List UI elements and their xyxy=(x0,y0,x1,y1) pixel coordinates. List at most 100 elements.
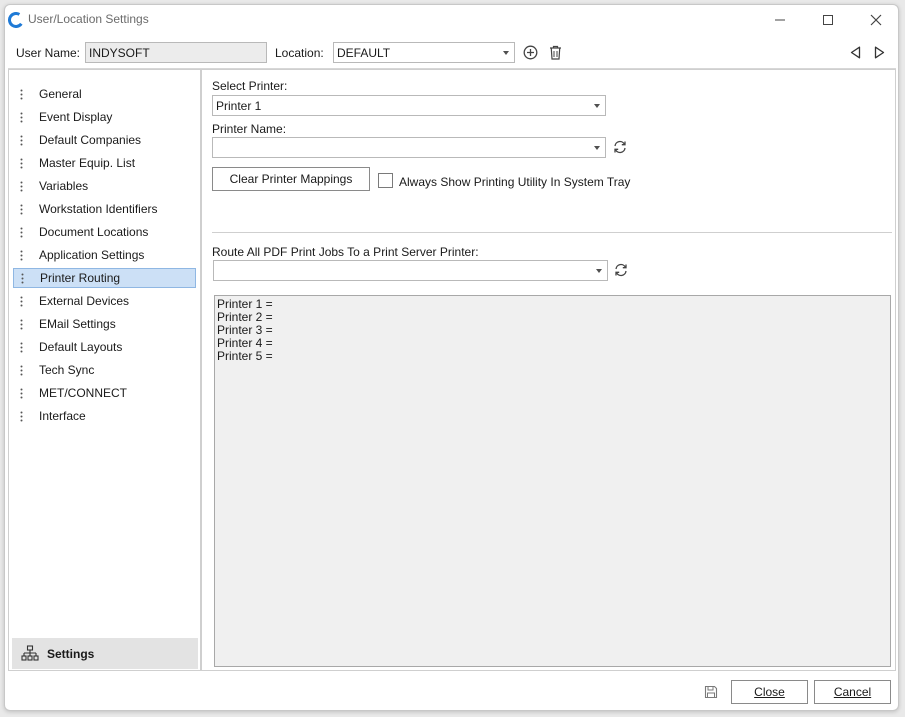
settings-nav-footer[interactable]: Settings xyxy=(12,638,198,669)
minimize-icon xyxy=(775,19,785,21)
sidebar-item-label: Interface xyxy=(39,409,86,423)
save-disk-icon xyxy=(704,685,718,699)
title-bar: User/Location Settings xyxy=(5,5,898,35)
route-pdf-label: Route All PDF Print Jobs To a Print Serv… xyxy=(212,245,479,259)
printer-mappings-memo[interactable]: Printer 1 = Printer 2 = Printer 3 = Printer… xyxy=(214,295,891,667)
sidebar-item-application-settings[interactable]: Application Settings xyxy=(13,245,196,265)
app-logo-icon xyxy=(8,12,24,28)
always-show-checkbox[interactable] xyxy=(378,173,393,188)
close-button[interactable]: Close xyxy=(731,680,808,704)
user-location-bar: User Name: INDYSOFT Location: DEFAULT xyxy=(5,41,898,67)
drag-handle-icon xyxy=(13,204,29,215)
route-pdf-dropdown[interactable] xyxy=(213,260,608,281)
add-location-button[interactable] xyxy=(522,44,538,60)
select-printer-dropdown[interactable]: Printer 1 xyxy=(212,95,606,116)
location-value: DEFAULT xyxy=(337,46,391,60)
refresh-icon xyxy=(614,140,626,154)
sidebar-item-label: Printer Routing xyxy=(40,271,121,285)
sidebar-item-label: Event Display xyxy=(39,110,113,124)
drag-handle-icon xyxy=(13,296,29,307)
minimize-button[interactable] xyxy=(757,5,803,35)
section-divider xyxy=(212,232,892,233)
sidebar-item-label: General xyxy=(39,87,82,101)
drag-handle-icon xyxy=(13,181,29,192)
cancel-button[interactable]: Cancel xyxy=(814,680,891,704)
sidebar-item-master-equip-list[interactable]: Master Equip. List xyxy=(13,153,196,173)
sidebar-item-label: Default Companies xyxy=(39,133,142,147)
drag-handle-icon xyxy=(13,112,29,123)
drag-handle-icon xyxy=(14,273,30,284)
drag-handle-icon xyxy=(13,227,29,238)
drag-handle-icon xyxy=(13,365,29,376)
printer-mapping-line: Printer 2 = xyxy=(217,310,273,324)
sidebar-item-label: Workstation Identifiers xyxy=(39,202,158,216)
printer-name-dropdown[interactable] xyxy=(212,137,606,158)
sidebar-item-label: Application Settings xyxy=(39,248,145,262)
maximize-icon xyxy=(823,15,833,25)
user-name-label: User Name: xyxy=(16,46,81,60)
add-circle-icon xyxy=(523,45,537,59)
sidebar-item-default-layouts[interactable]: Default Layouts xyxy=(13,337,196,357)
sidebar-item-email-settings[interactable]: EMail Settings xyxy=(13,314,196,334)
printer-mapping-line: Printer 5 = xyxy=(217,349,273,363)
sidebar-item-document-locations[interactable]: Document Locations xyxy=(13,222,196,242)
settings-window: User/Location Settings User Name: INDYSO… xyxy=(4,4,899,711)
sidebar-item-workstation-identifiers[interactable]: Workstation Identifiers xyxy=(13,199,196,219)
drag-handle-icon xyxy=(13,135,29,146)
sidebar-item-label: External Devices xyxy=(39,294,130,308)
save-button[interactable] xyxy=(703,684,719,700)
refresh-printer-name-button[interactable] xyxy=(612,139,628,155)
chevron-down-icon xyxy=(596,269,602,273)
location-select[interactable]: DEFAULT xyxy=(333,42,515,63)
user-name-field[interactable]: INDYSOFT xyxy=(85,42,267,63)
sidebar-item-label: Variables xyxy=(39,179,89,193)
location-label: Location: xyxy=(275,46,324,60)
drag-handle-icon xyxy=(13,158,29,169)
triangle-left-icon xyxy=(850,46,860,58)
drag-handle-icon xyxy=(13,319,29,330)
select-printer-label: Select Printer: xyxy=(212,79,288,93)
chevron-down-icon xyxy=(503,51,509,55)
drag-handle-icon xyxy=(13,388,29,399)
sidebar-item-variables[interactable]: Variables xyxy=(13,176,196,196)
refresh-route-pdf-button[interactable] xyxy=(613,262,629,278)
close-window-button[interactable] xyxy=(853,5,898,35)
delete-location-button[interactable] xyxy=(547,44,563,60)
select-printer-value: Printer 1 xyxy=(216,99,262,113)
maximize-button[interactable] xyxy=(805,5,851,35)
sidebar-item-label: Master Equip. List xyxy=(39,156,136,170)
trash-icon xyxy=(549,45,561,60)
printer-mapping-line: Printer 1 = xyxy=(217,297,273,311)
sidebar-item-interface[interactable]: Interface xyxy=(13,406,196,426)
next-button[interactable] xyxy=(872,45,886,59)
sidebar-item-external-devices[interactable]: External Devices xyxy=(13,291,196,311)
settings-nav-footer-label: Settings xyxy=(47,646,95,661)
triangle-right-icon xyxy=(874,46,884,58)
drag-handle-icon xyxy=(13,89,29,100)
drag-handle-icon xyxy=(13,411,29,422)
printer-routing-panel: Select Printer: Printer 1 Printer Name: … xyxy=(201,69,896,671)
close-icon xyxy=(870,14,882,26)
chevron-down-icon xyxy=(594,146,600,150)
window-title: User/Location Settings xyxy=(28,12,149,26)
sidebar-item-label: Default Layouts xyxy=(39,340,123,354)
settings-nav: General Event Display Default Companies Mas… xyxy=(8,69,201,671)
clear-printer-mappings-button[interactable]: Clear Printer Mappings xyxy=(212,167,370,191)
sidebar-item-printer-routing[interactable]: Printer Routing xyxy=(13,268,196,288)
close-button-label: Close xyxy=(754,685,785,699)
sidebar-item-label: Document Locations xyxy=(39,225,149,239)
dialog-footer: Close Cancel xyxy=(5,672,898,710)
printer-mapping-line: Printer 4 = xyxy=(217,336,273,350)
chevron-down-icon xyxy=(594,104,600,108)
sidebar-item-met-connect[interactable]: MET/CONNECT xyxy=(13,383,196,403)
previous-button[interactable] xyxy=(848,45,862,59)
sidebar-item-label: MET/CONNECT xyxy=(39,386,127,400)
sidebar-item-event-display[interactable]: Event Display xyxy=(13,107,196,127)
sidebar-item-general[interactable]: General xyxy=(13,84,196,104)
cancel-button-label: Cancel xyxy=(833,685,872,699)
sidebar-item-tech-sync[interactable]: Tech Sync xyxy=(13,360,196,380)
sidebar-item-default-companies[interactable]: Default Companies xyxy=(13,130,196,150)
refresh-icon xyxy=(615,263,627,277)
sidebar-item-label: EMail Settings xyxy=(39,317,116,331)
drag-handle-icon xyxy=(13,250,29,261)
